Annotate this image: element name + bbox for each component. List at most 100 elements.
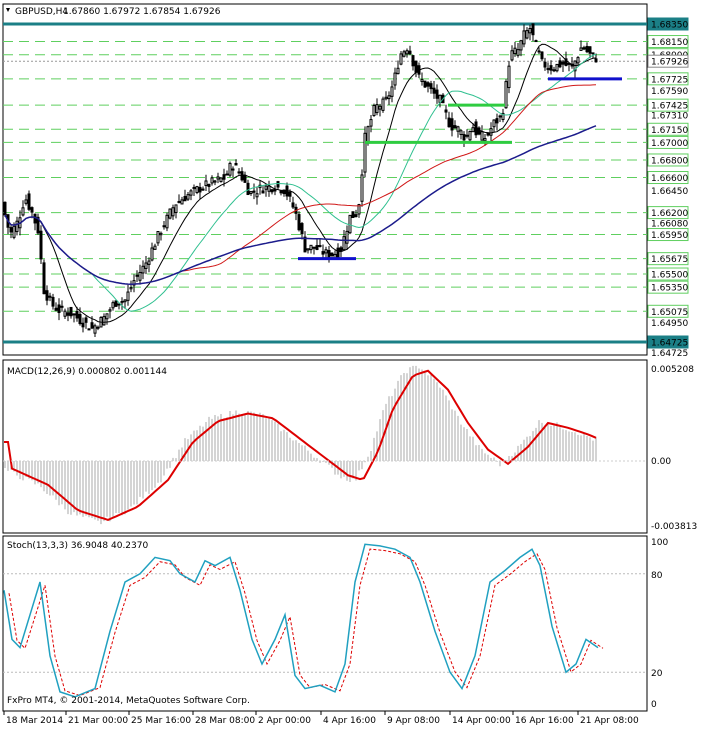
candle[interactable] xyxy=(483,133,487,146)
stoch-signal-line[interactable] xyxy=(8,548,604,697)
candle[interactable] xyxy=(501,108,505,123)
candle[interactable] xyxy=(297,211,301,232)
candle[interactable] xyxy=(558,57,562,69)
candle[interactable] xyxy=(165,212,169,232)
candle[interactable] xyxy=(15,216,19,236)
candle[interactable] xyxy=(477,126,481,136)
candle[interactable] xyxy=(102,313,106,326)
candle[interactable] xyxy=(504,79,508,109)
candle[interactable] xyxy=(549,60,553,75)
candle[interactable] xyxy=(84,316,88,329)
candle[interactable] xyxy=(195,185,199,195)
macd-signal-line[interactable] xyxy=(4,369,597,521)
candle[interactable] xyxy=(153,243,157,250)
candle[interactable] xyxy=(423,80,427,88)
candle[interactable] xyxy=(384,91,388,101)
candle[interactable] xyxy=(105,313,109,325)
candle[interactable] xyxy=(411,54,415,71)
candle[interactable] xyxy=(516,42,520,58)
candle[interactable] xyxy=(363,126,367,178)
candle[interactable] xyxy=(525,27,529,40)
candle[interactable] xyxy=(291,196,295,210)
candle[interactable] xyxy=(435,84,439,104)
moving-average-long-line[interactable] xyxy=(4,125,597,285)
candle[interactable] xyxy=(252,183,256,200)
candle[interactable] xyxy=(216,172,220,184)
candle[interactable] xyxy=(507,61,511,94)
candle[interactable] xyxy=(498,114,502,122)
candle[interactable] xyxy=(135,270,139,282)
candle[interactable] xyxy=(21,200,25,217)
candle[interactable] xyxy=(522,24,526,48)
candle[interactable] xyxy=(546,62,550,74)
candle[interactable] xyxy=(567,62,571,72)
candle[interactable] xyxy=(480,125,484,141)
candle[interactable] xyxy=(303,231,307,253)
candle[interactable] xyxy=(39,225,43,265)
candle[interactable] xyxy=(276,180,280,190)
candle[interactable] xyxy=(381,96,385,113)
candle[interactable] xyxy=(294,203,298,221)
candle[interactable] xyxy=(414,60,418,78)
candle[interactable] xyxy=(258,180,262,195)
candle[interactable] xyxy=(312,246,316,255)
candle[interactable] xyxy=(399,50,403,66)
candle[interactable] xyxy=(225,170,229,176)
candle[interactable] xyxy=(492,119,496,133)
candle[interactable] xyxy=(219,177,223,183)
candle[interactable] xyxy=(6,214,10,235)
candle[interactable] xyxy=(45,285,49,306)
candle[interactable] xyxy=(66,307,70,322)
candle[interactable] xyxy=(255,187,259,205)
candle[interactable] xyxy=(582,45,586,51)
candle[interactable] xyxy=(114,300,118,307)
candle[interactable] xyxy=(570,56,574,69)
candle[interactable] xyxy=(87,328,91,331)
candle[interactable] xyxy=(117,303,121,310)
candle[interactable] xyxy=(432,81,436,99)
candle[interactable] xyxy=(213,179,217,186)
candle[interactable] xyxy=(519,39,523,57)
candle[interactable] xyxy=(456,125,460,138)
candle[interactable] xyxy=(120,297,124,310)
price-chart[interactable]: 1.683501.681501.680001.679261.677251.674… xyxy=(0,0,717,729)
candle[interactable] xyxy=(33,213,37,231)
candle[interactable] xyxy=(177,194,181,204)
candle[interactable] xyxy=(156,231,160,246)
candle[interactable] xyxy=(198,182,202,200)
candle[interactable] xyxy=(429,80,433,94)
candle[interactable] xyxy=(354,209,358,218)
candle[interactable] xyxy=(474,119,478,138)
candle[interactable] xyxy=(585,42,589,54)
candle[interactable] xyxy=(207,183,211,193)
candle[interactable] xyxy=(24,194,28,206)
candle[interactable] xyxy=(141,260,145,280)
candle[interactable] xyxy=(180,196,184,205)
candle[interactable] xyxy=(462,131,466,147)
candle[interactable] xyxy=(243,171,247,184)
candle[interactable] xyxy=(396,60,400,75)
candle[interactable] xyxy=(273,185,277,196)
candle[interactable] xyxy=(201,186,205,191)
candle[interactable] xyxy=(468,130,472,142)
candle[interactable] xyxy=(81,317,85,333)
candle[interactable] xyxy=(270,188,274,195)
candle[interactable] xyxy=(63,308,67,320)
candle[interactable] xyxy=(351,211,355,219)
candle[interactable] xyxy=(186,191,190,201)
candle[interactable] xyxy=(459,129,463,140)
candle[interactable] xyxy=(51,293,55,310)
candle[interactable] xyxy=(69,306,73,319)
candle[interactable] xyxy=(246,179,250,196)
candle[interactable] xyxy=(300,221,304,240)
stoch-main-line[interactable] xyxy=(3,543,599,698)
candle[interactable] xyxy=(108,307,112,319)
candle[interactable] xyxy=(306,248,310,254)
candle[interactable] xyxy=(183,189,187,202)
candle[interactable] xyxy=(171,204,175,220)
candle[interactable] xyxy=(36,213,40,235)
candle[interactable] xyxy=(189,189,193,201)
candle[interactable] xyxy=(447,111,451,128)
candle[interactable] xyxy=(162,221,166,230)
candle[interactable] xyxy=(465,129,469,139)
